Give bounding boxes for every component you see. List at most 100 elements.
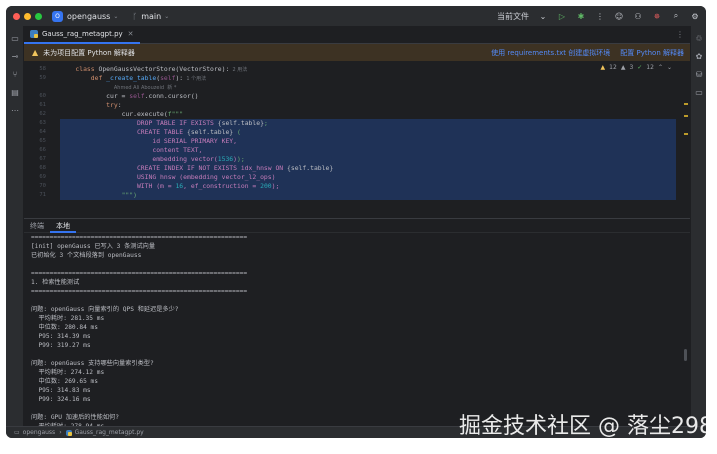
code-line: WITH (m = 16, ef_construction = 200); (60, 182, 279, 191)
code-line: """) (60, 191, 137, 200)
console-output[interactable]: ========================================… (24, 233, 690, 426)
line-number: 64 (39, 129, 46, 135)
code-token: ); (271, 182, 280, 190)
tab-local[interactable]: 本地 (50, 219, 76, 233)
console-line: [init] openGauss 已写入 3 条测试向量 (31, 243, 156, 250)
code-line: id SERIAL PRIMARY KEY, (60, 137, 237, 146)
code-token: CREATE INDEX IF NOT EXISTS idx_hnsw ON (136, 164, 288, 172)
watermark-text: 掘金技术社区 @ 落尘298 (459, 414, 713, 439)
line-number: 67 (39, 156, 46, 162)
titlebar-actions: 当前文件 ⌄ ▷ ✱ ⋮ ☺ ⚇ ✵ ⌕ ⚙ (497, 6, 700, 26)
line-number: 71 (39, 192, 46, 198)
line-number: 63 (39, 120, 46, 126)
code-token: f""" (167, 110, 184, 118)
code-token: OpenGaussVectorStore(VectorStore): (98, 65, 230, 73)
code-token: self (160, 74, 176, 82)
console-line: 中位数: 280.84 ms (31, 324, 98, 331)
database-icon[interactable]: ⛁ (694, 70, 704, 80)
project-name[interactable]: opengauss (67, 12, 110, 21)
chevron-down-icon: ⌄ (539, 11, 547, 21)
code-token: ); (237, 155, 245, 163)
tab-gauss-rag-metagpt[interactable]: Gauss_rag_metagpt.py ✕ (24, 26, 140, 44)
code-line: try: (60, 101, 122, 110)
breadcrumb-file[interactable]: Gauss_rag_metagpt.py (75, 429, 144, 436)
warning-icon: ▲ (32, 48, 39, 57)
copilot-icon[interactable]: ☺ (614, 11, 624, 21)
notifications-icon[interactable]: ♲ (694, 34, 704, 44)
structure-icon[interactable]: ▤ (10, 88, 20, 98)
python-file-icon (30, 29, 38, 38)
breadcrumb-project[interactable]: opengauss (23, 429, 56, 436)
run-config-selector[interactable]: 当前文件 (497, 11, 529, 22)
chevron-right-icon: › (59, 429, 62, 436)
add-user-icon[interactable]: ⚇ (633, 11, 643, 21)
code-line: USING hnsw (embedding vector_l2_ops) (60, 173, 276, 182)
run-tabs: 终端 本地 (24, 219, 690, 233)
tab-label: Gauss_rag_metagpt.py (42, 29, 123, 38)
project-badge[interactable]: O (52, 10, 63, 22)
code-token: USING hnsw (embedding vector_l2_ops) (136, 173, 276, 181)
code-token: ; (263, 119, 268, 127)
inspection-widget[interactable]: ▲ 12 ▲ 3 ✓ 12 ⌃ ⌄ (601, 64, 672, 71)
breadcrumb-project-icon: ▭ (14, 429, 20, 436)
console-line: 已初始化 3 个文档段落到 openGauss (31, 252, 142, 259)
editor-scrollbar[interactable] (684, 63, 688, 213)
interpreter-warning-banner: ▲ 未为项目配置 Python 解释器 使用 requirements.txt … (24, 44, 690, 61)
tab-more-icon[interactable]: ⋮ (676, 30, 684, 39)
plugin-icon[interactable]: ✵ (652, 11, 662, 21)
search-icon[interactable]: ⌕ (671, 11, 681, 21)
branch-name[interactable]: main (141, 12, 161, 21)
code-token: """) (121, 191, 137, 199)
console-line: 问题: openGauss 支持哪些向量索引类型? (31, 360, 154, 367)
project-folder-icon[interactable]: ▭ (10, 34, 20, 44)
chevron-up-icon[interactable]: ⌃ (658, 64, 663, 71)
line-number-gutter: 58 59 60 61 62 63 64 65 66 67 68 69 70 71 (24, 61, 54, 218)
commit-icon[interactable]: ⊸ (10, 52, 20, 62)
maximize-window-button[interactable] (35, 12, 42, 20)
console-scrollbar-thumb[interactable] (684, 349, 687, 361)
line-number: 69 (39, 174, 46, 180)
tab-terminal[interactable]: 终端 (24, 219, 50, 233)
sciview-icon[interactable]: ▭ (694, 88, 704, 98)
git-branch-icon: ᚴ (132, 11, 138, 21)
inlay-hint: Ahmed Ali Abouzeid 新 * (113, 85, 177, 91)
close-icon[interactable]: ✕ (128, 30, 134, 38)
line-number: 66 (39, 147, 46, 153)
typo-count: 12 (646, 64, 654, 71)
console-line: ========================================… (31, 288, 248, 295)
more-actions-icon[interactable]: ⋮ (595, 11, 605, 21)
code-token: self (129, 92, 145, 100)
code-line: embedding vector(1536)); (60, 155, 245, 164)
debug-icon[interactable]: ✱ (576, 11, 586, 21)
more-tools-icon[interactable]: ⋯ (10, 106, 20, 116)
scroll-marker (684, 115, 688, 117)
run-icon[interactable]: ▷ (557, 11, 567, 21)
code-token: id SERIAL PRIMARY KEY, (152, 137, 237, 145)
close-window-button[interactable] (13, 12, 20, 20)
code-token: , ef_construction = (183, 182, 261, 190)
chevron-down-icon[interactable]: ⌄ (667, 64, 672, 71)
warning-count: 12 (609, 64, 617, 71)
console-line: P99: 324.16 ms (31, 396, 91, 403)
code-line: cur.execute(f""" (60, 110, 184, 119)
create-venv-link[interactable]: 使用 requirements.txt 创建虚拟环境 (491, 48, 610, 58)
code-token: ): (175, 74, 184, 82)
console-line: 平均耗时: 274.12 ms (31, 369, 105, 376)
settings-gear-icon[interactable]: ⚙ (690, 11, 700, 21)
code-line: class OpenGaussVectorStore(VectorStore):… (60, 65, 247, 74)
line-number: 70 (39, 183, 46, 189)
python-file-icon (65, 429, 72, 436)
code-editor[interactable]: 58 59 60 61 62 63 64 65 66 67 68 69 70 71 class OpenG… (24, 61, 690, 218)
console-line: P99: 319.27 ms (31, 342, 91, 349)
code-line: CREATE INDEX IF NOT EXISTS idx_hnsw ON {… (60, 164, 333, 173)
pull-request-icon[interactable]: ⑂ (10, 70, 20, 80)
code-token: CREATE TABLE (136, 128, 187, 136)
minimize-window-button[interactable] (24, 12, 31, 20)
code-token: 1536 (217, 155, 234, 163)
code-token: embedding vector( (152, 155, 218, 163)
code-line: content TEXT, (60, 146, 202, 155)
ai-assistant-icon[interactable]: ✿ (694, 52, 704, 62)
code-token: : (117, 101, 122, 109)
configure-interpreter-link[interactable]: 配置 Python 解释器 (620, 48, 684, 58)
